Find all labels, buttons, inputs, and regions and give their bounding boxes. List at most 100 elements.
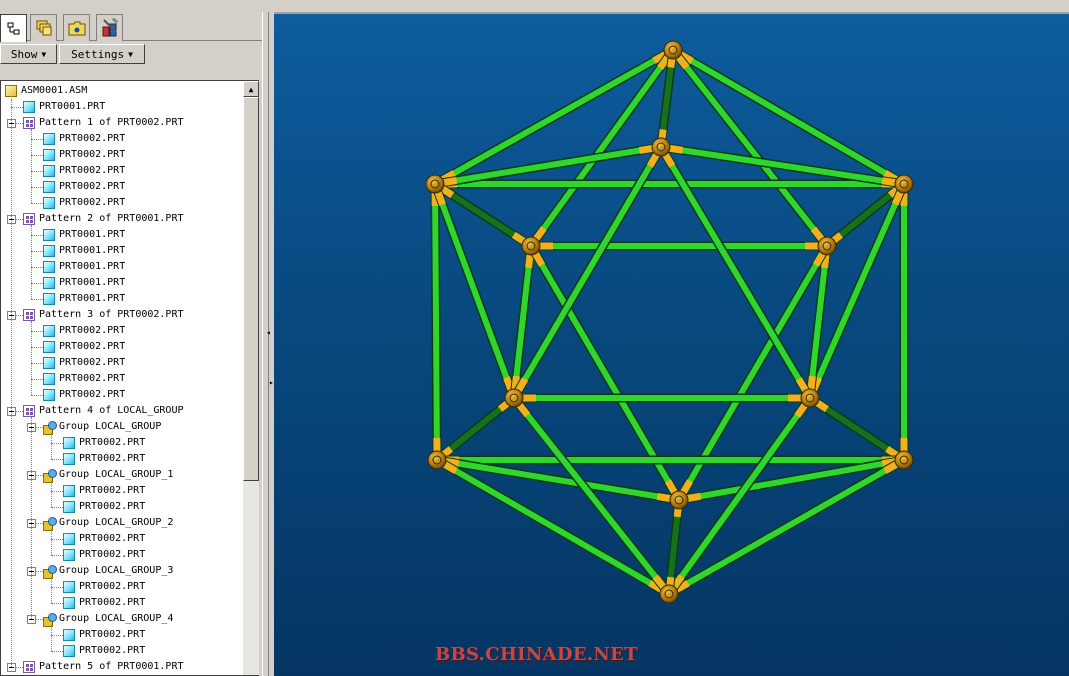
tree-connector (31, 283, 43, 284)
tree-connector (51, 529, 52, 555)
tab-layers[interactable] (30, 14, 57, 41)
tree-item-part[interactable]: PRT0002.PRT (1, 499, 243, 515)
tree-item-part[interactable]: PRT0001.PRT (1, 99, 243, 115)
part-icon (63, 581, 75, 593)
tree-item-part[interactable]: PRT0002.PRT (1, 483, 243, 499)
folder-browser-icon (68, 21, 85, 36)
tree-connector (51, 587, 63, 588)
part-icon (63, 645, 75, 657)
tree-item-part[interactable]: PRT0002.PRT (1, 387, 243, 403)
part-icon (63, 453, 75, 465)
tree-item-label: PRT0001.PRT (59, 293, 126, 304)
tab-tools[interactable] (96, 14, 123, 41)
joint-hub (651, 137, 671, 157)
tree-item-pattern[interactable]: Pattern 4 of LOCAL_GROUP (1, 403, 243, 419)
tree-item-group[interactable]: Group LOCAL_GROUP_2 (1, 515, 243, 531)
tree-item-label: PRT0002.PRT (59, 149, 126, 160)
tree-item-part[interactable]: PRT0002.PRT (1, 323, 243, 339)
rod-group (430, 45, 909, 599)
group-icon (43, 517, 57, 531)
tree-item-part[interactable]: PRT0002.PRT (1, 531, 243, 547)
group-icon (43, 469, 57, 483)
tree-item-group[interactable]: Group LOCAL_GROUP_3 (1, 563, 243, 579)
tree-item-label: Pattern 4 of LOCAL_GROUP (39, 405, 184, 416)
tree-item-part[interactable]: PRT0002.PRT (1, 339, 243, 355)
tree-item-label: Group LOCAL_GROUP (59, 421, 162, 432)
tree-item-pattern[interactable]: Pattern 2 of PRT0001.PRT (1, 211, 243, 227)
tree-item-part[interactable]: PRT0002.PRT (1, 579, 243, 595)
tab-folder-browser[interactable] (63, 14, 90, 41)
tree-connector (51, 635, 63, 636)
tools-icon (102, 18, 118, 37)
tree-item-part[interactable]: PRT0002.PRT (1, 595, 243, 611)
navigator-tabs (0, 14, 262, 42)
part-icon (63, 437, 75, 449)
joint-hub (800, 388, 820, 408)
tree-item-pattern[interactable]: Pattern 1 of PRT0002.PRT (1, 115, 243, 131)
tree-vertical-scrollbar[interactable]: ▲ (243, 81, 259, 675)
navigator-toolbar: Show ▼ Settings ▼ (0, 44, 262, 64)
tree-item-label: Pattern 1 of PRT0002.PRT (39, 117, 184, 128)
tree-item-label: PRT0002.PRT (59, 389, 126, 400)
graphics-viewport[interactable]: BBS.CHINADE.NET (274, 12, 1069, 676)
tree-item-part[interactable]: PRT0001.PRT (1, 227, 243, 243)
tree-connector (31, 139, 43, 140)
joint-hub (504, 388, 524, 408)
tree-item-group[interactable]: Group LOCAL_GROUP_1 (1, 467, 243, 483)
tree-connector (31, 379, 43, 380)
tree-connector (31, 347, 43, 348)
tree-item-part[interactable]: PRT0001.PRT (1, 291, 243, 307)
tree-item-part[interactable]: PRT0002.PRT (1, 195, 243, 211)
tree-item-label: PRT0002.PRT (79, 453, 146, 464)
tree-item-group[interactable]: Group LOCAL_GROUP (1, 419, 243, 435)
panel-splitter[interactable]: ◂ ▸ (262, 12, 274, 676)
settings-menu-button[interactable]: Settings ▼ (59, 44, 145, 64)
tree-item-label: PRT0001.PRT (59, 229, 126, 240)
tree-item-part[interactable]: PRT0002.PRT (1, 355, 243, 371)
tree-item-label: PRT0001.PRT (59, 245, 126, 256)
tree-item-label: PRT0002.PRT (59, 325, 126, 336)
collapse-left-icon[interactable]: ◂ (266, 328, 271, 337)
model-tree-icon (7, 22, 19, 34)
tree-item-part[interactable]: PRT0001.PRT (1, 275, 243, 291)
tree-item-assembly[interactable]: ASM0001.ASM (1, 83, 243, 99)
joint-hub (669, 490, 689, 510)
tree-connector (31, 155, 43, 156)
part-icon (43, 341, 55, 353)
tree-item-part[interactable]: PRT0001.PRT (1, 259, 243, 275)
tree-item-label: PRT0002.PRT (59, 357, 126, 368)
tree-connector (31, 299, 43, 300)
tree-item-part[interactable]: PRT0002.PRT (1, 451, 243, 467)
tree-item-part[interactable]: PRT0002.PRT (1, 627, 243, 643)
tree-connector (31, 417, 32, 619)
tree-item-part[interactable]: PRT0002.PRT (1, 179, 243, 195)
tree-item-part[interactable]: PRT0002.PRT (1, 163, 243, 179)
tree-item-part[interactable]: PRT0002.PRT (1, 643, 243, 659)
tree-item-part[interactable]: PRT0002.PRT (1, 547, 243, 563)
rod (432, 181, 517, 401)
tree-item-pattern[interactable]: Pattern 3 of PRT0002.PRT (1, 307, 243, 323)
tree-item-part[interactable]: PRT0002.PRT (1, 147, 243, 163)
tree-item-pattern[interactable]: Pattern 5 of PRT0001.PRT (1, 659, 243, 675)
tree-connector (51, 577, 52, 603)
joint-hub (817, 236, 837, 256)
part-icon (43, 357, 55, 369)
tree-item-part[interactable]: PRT0002.PRT (1, 371, 243, 387)
tree-connector (31, 331, 43, 332)
part-icon (43, 149, 55, 161)
tree-item-part[interactable]: PRT0002.PRT (1, 131, 243, 147)
show-menu-button[interactable]: Show ▼ (0, 44, 57, 64)
scrollbar-thumb[interactable] (243, 97, 259, 481)
tree-connector (31, 225, 32, 299)
tab-model-tree[interactable] (0, 14, 27, 42)
tree-connector (51, 625, 52, 651)
part-icon (43, 133, 55, 145)
scroll-up-button[interactable]: ▲ (243, 81, 259, 97)
group-icon (43, 421, 57, 435)
tree-connector (31, 171, 43, 172)
tree-item-part[interactable]: PRT0001.PRT (1, 243, 243, 259)
arrow-up-icon: ▲ (248, 84, 254, 94)
tree-item-part[interactable]: PRT0002.PRT (1, 435, 243, 451)
tree-item-group[interactable]: Group LOCAL_GROUP_4 (1, 611, 243, 627)
part-icon (43, 197, 55, 209)
